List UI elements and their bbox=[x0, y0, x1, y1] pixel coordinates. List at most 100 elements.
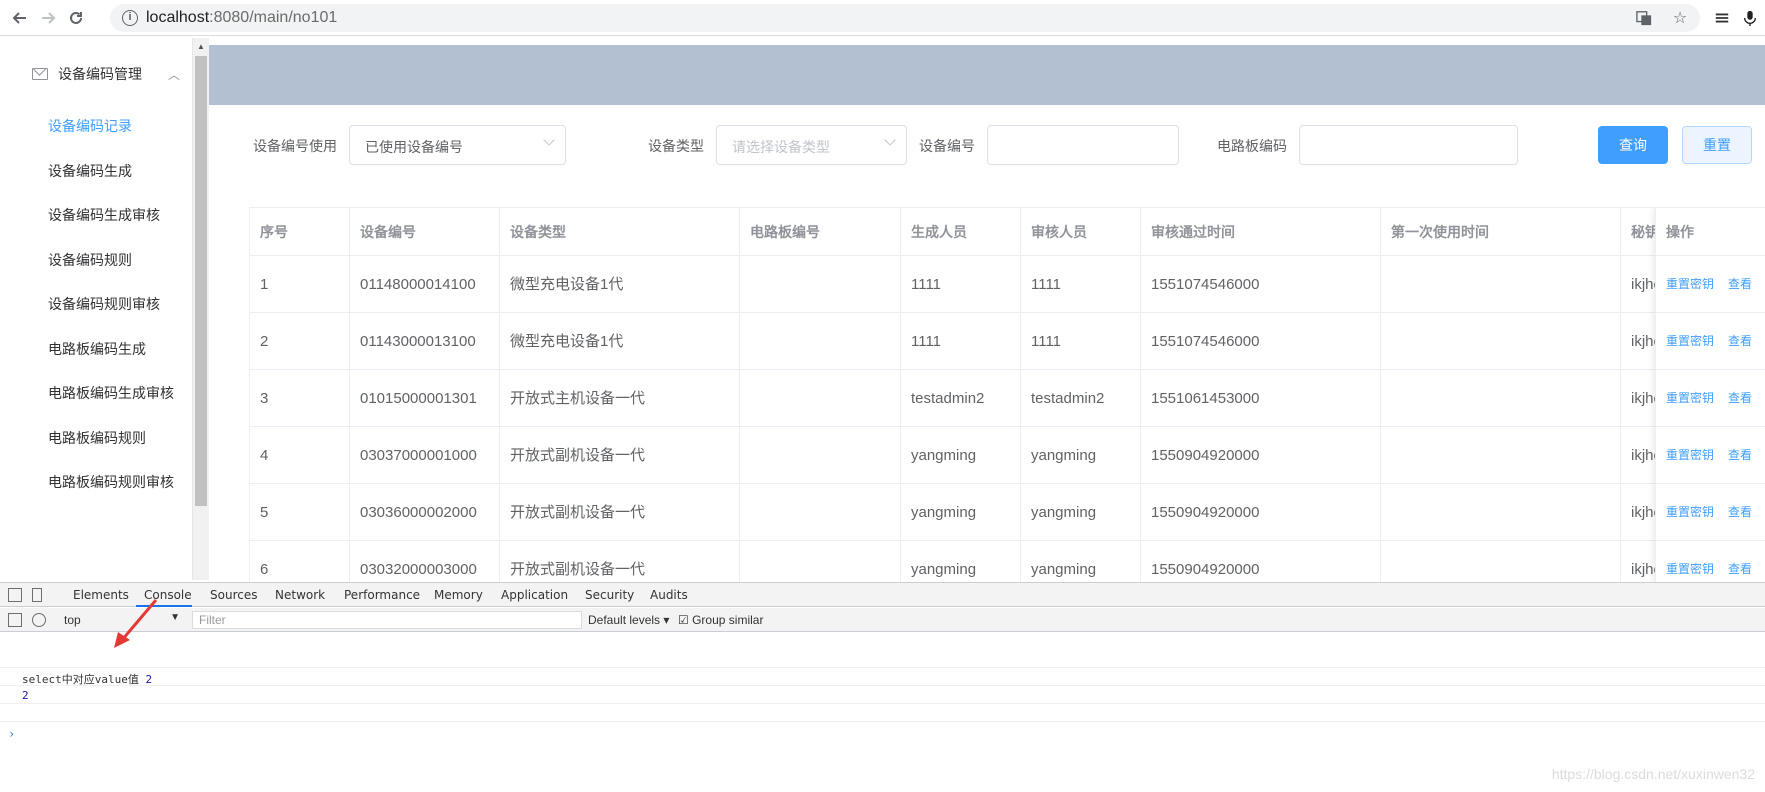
view-link[interactable]: 查看 bbox=[1728, 505, 1752, 519]
cell-reviewer: yangming bbox=[1021, 427, 1141, 484]
reset-key-link[interactable]: 重置密钥 bbox=[1666, 562, 1714, 576]
sidebar-item-device-code-rules[interactable]: 设备编码规则 bbox=[48, 250, 132, 270]
sidebar-item-board-code-generate-review[interactable]: 电路板编码生成审核 bbox=[48, 383, 174, 403]
col-header-reviewer[interactable]: 审核人员 bbox=[1021, 208, 1141, 256]
table-row[interactable]: 4 03037000001000 开放式副机设备一代 yangming yang… bbox=[250, 427, 1765, 484]
scroll-up-arrow-icon[interactable]: ▲ bbox=[197, 42, 205, 51]
cell-reviewer: testadmin2 bbox=[1021, 370, 1141, 427]
usage-select[interactable]: 已使用设备编号 bbox=[349, 125, 566, 165]
cell-board-code bbox=[740, 370, 901, 427]
view-link[interactable]: 查看 bbox=[1728, 391, 1752, 405]
console-line bbox=[0, 650, 1765, 668]
star-icon[interactable]: ☆ bbox=[1670, 8, 1690, 28]
type-select[interactable]: 请选择设备类型 bbox=[716, 125, 907, 165]
scrollbar-thumb[interactable] bbox=[195, 56, 207, 506]
sidebar-item-device-code-rules-review[interactable]: 设备编码规则审核 bbox=[48, 294, 160, 314]
table-row[interactable]: 2 01143000013100 微型充电设备1代 1111 1111 1551… bbox=[250, 313, 1765, 370]
view-link[interactable]: 查看 bbox=[1728, 334, 1752, 348]
console-filter-input[interactable]: Filter bbox=[192, 611, 582, 629]
device-code-input[interactable] bbox=[987, 125, 1179, 165]
reset-key-link[interactable]: 重置密钥 bbox=[1666, 505, 1714, 519]
sidebar-item-board-code-rules[interactable]: 电路板编码规则 bbox=[48, 428, 146, 448]
view-link[interactable]: 查看 bbox=[1728, 448, 1752, 462]
cell-index: 5 bbox=[250, 484, 350, 541]
cell-board-code bbox=[740, 484, 901, 541]
type-label: 设备类型 bbox=[648, 138, 704, 154]
col-header-generator[interactable]: 生成人员 bbox=[901, 208, 1021, 256]
back-arrow-icon[interactable] bbox=[8, 6, 32, 30]
cell-index: 3 bbox=[250, 370, 350, 427]
devtools-panel: Elements Console Sources Network Perform… bbox=[0, 582, 1765, 792]
address-bar[interactable]: i localhost:8080/main/no101 bbox=[110, 4, 1700, 32]
col-header-device-type[interactable]: 设备类型 bbox=[500, 208, 740, 256]
device-toolbar-icon[interactable] bbox=[32, 588, 42, 602]
col-header-operation: 操作 bbox=[1656, 208, 1765, 256]
reload-icon[interactable] bbox=[64, 6, 88, 30]
cell-reviewer: 1111 bbox=[1021, 256, 1141, 313]
cell-first-use-time bbox=[1381, 256, 1621, 313]
reset-key-link[interactable]: 重置密钥 bbox=[1666, 448, 1714, 462]
log-levels-dropdown[interactable]: Default levels ▾ bbox=[588, 613, 669, 627]
sidebar-item-device-code-generate-review[interactable]: 设备编码生成审核 bbox=[48, 205, 160, 225]
reset-key-link[interactable]: 重置密钥 bbox=[1666, 391, 1714, 405]
col-header-review-time[interactable]: 审核通过时间 bbox=[1141, 208, 1381, 256]
cell-generator: yangming bbox=[901, 541, 1021, 582]
translate-icon[interactable] bbox=[1634, 8, 1654, 28]
reset-button[interactable]: 重置 bbox=[1682, 126, 1752, 164]
cell-device-type: 开放式副机设备一代 bbox=[500, 427, 740, 484]
col-header-device-code[interactable]: 设备编号 bbox=[350, 208, 500, 256]
cell-index: 2 bbox=[250, 313, 350, 370]
view-link[interactable]: 查看 bbox=[1728, 277, 1752, 291]
col-header-board-code[interactable]: 电路板编号 bbox=[740, 208, 901, 256]
col-header-first-use-time[interactable]: 第一次使用时间 bbox=[1381, 208, 1621, 256]
table-row[interactable]: 6 03032000003000 开放式副机设备一代 yangming yang… bbox=[250, 541, 1765, 582]
table-row[interactable]: 1 01148000014100 微型充电设备1代 1111 1111 1551… bbox=[250, 256, 1765, 313]
info-icon[interactable]: i bbox=[122, 10, 138, 26]
sidebar-toggle-icon[interactable] bbox=[8, 613, 22, 627]
table-row[interactable]: 5 03036000002000 开放式副机设备一代 yangming yang… bbox=[250, 484, 1765, 541]
query-button[interactable]: 查询 bbox=[1598, 126, 1668, 164]
url-text: localhost:8080/main/no101 bbox=[146, 9, 338, 26]
extension-icon[interactable] bbox=[1712, 8, 1732, 28]
board-label: 电路板编码 bbox=[1217, 138, 1287, 154]
tab-memory[interactable]: Memory bbox=[434, 588, 483, 602]
col-header-index[interactable]: 序号 bbox=[250, 208, 350, 256]
forward-arrow-icon[interactable] bbox=[36, 6, 60, 30]
records-table: 序号 设备编号 设备类型 电路板编号 生成人员 审核人员 审核通过时间 第一次使… bbox=[249, 207, 1765, 582]
cell-index: 6 bbox=[250, 541, 350, 582]
tab-application[interactable]: Application bbox=[501, 588, 568, 602]
sidebar-group-header[interactable]: 设备编码管理 ︿ bbox=[32, 64, 180, 84]
sidebar-item-board-code-rules-review[interactable]: 电路板编码规则审核 bbox=[48, 472, 174, 492]
mail-icon bbox=[32, 68, 48, 80]
inspect-element-icon[interactable] bbox=[8, 588, 22, 602]
reset-key-link[interactable]: 重置密钥 bbox=[1666, 277, 1714, 291]
tab-network[interactable]: Network bbox=[275, 588, 325, 602]
view-link[interactable]: 查看 bbox=[1728, 562, 1752, 576]
sidebar-item-device-code-records[interactable]: 设备编码记录 bbox=[48, 116, 132, 136]
tab-performance[interactable]: Performance bbox=[344, 588, 420, 602]
tab-sources[interactable]: Sources bbox=[210, 588, 257, 602]
cell-review-time: 1551074546000 bbox=[1141, 256, 1381, 313]
cell-board-code bbox=[740, 427, 901, 484]
cell-review-time: 1550904920000 bbox=[1141, 484, 1381, 541]
chevron-up-icon[interactable]: ︿ bbox=[168, 66, 180, 83]
sidebar-item-device-code-generate[interactable]: 设备编码生成 bbox=[48, 161, 132, 181]
cell-generator: 1111 bbox=[901, 256, 1021, 313]
sidebar-scrollbar[interactable]: ▲ bbox=[193, 38, 209, 580]
microphone-icon[interactable] bbox=[1740, 8, 1760, 28]
sidebar-item-board-code-generate[interactable]: 电路板编码生成 bbox=[48, 339, 146, 359]
log-text: select中对应value值 bbox=[22, 673, 139, 686]
board-code-input[interactable] bbox=[1299, 125, 1518, 165]
cell-first-use-time bbox=[1381, 370, 1621, 427]
console-prompt-icon[interactable]: › bbox=[8, 727, 15, 741]
tab-audits[interactable]: Audits bbox=[650, 588, 688, 602]
browser-toolbar: i localhost:8080/main/no101 ☆ bbox=[0, 0, 1765, 36]
cell-first-use-time bbox=[1381, 313, 1621, 370]
chevron-down-icon bbox=[884, 134, 896, 146]
reset-key-link[interactable]: 重置密钥 bbox=[1666, 334, 1714, 348]
table-row[interactable]: 3 01015000001301 开放式主机设备一代 testadmin2 te… bbox=[250, 370, 1765, 427]
group-similar-checkbox[interactable]: ☑ Group similar bbox=[678, 613, 763, 627]
cell-generator: testadmin2 bbox=[901, 370, 1021, 427]
clear-console-icon[interactable] bbox=[32, 613, 46, 627]
tab-security[interactable]: Security bbox=[585, 588, 634, 602]
